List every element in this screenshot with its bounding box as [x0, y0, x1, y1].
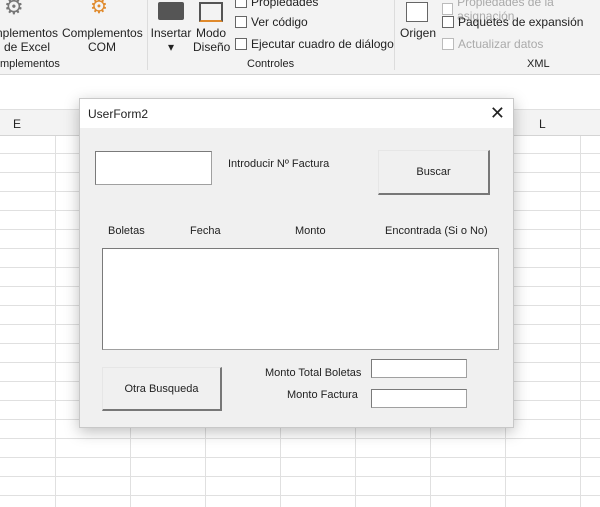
toolbox-icon: [158, 2, 184, 20]
ribbon: ⚙ nplementos de Excel ⚙ Complementos COM…: [0, 0, 600, 75]
gear-icon: ⚙: [4, 0, 24, 19]
monto-factura-input[interactable]: [371, 389, 467, 408]
expansion-packs-icon: [442, 16, 454, 28]
ejecutar-dialogo-button[interactable]: Ejecutar cuadro de diálogo: [235, 37, 394, 51]
paquetes-expansion-button[interactable]: Paquetes de expansión: [442, 15, 583, 29]
propiedades-button[interactable]: Propiedades: [235, 0, 318, 9]
design-mode-icon: [199, 2, 223, 22]
xml-source-icon: [406, 2, 428, 22]
refresh-data-icon: [442, 38, 454, 50]
header-monto: Monto: [295, 225, 326, 237]
factura-input[interactable]: [95, 151, 212, 185]
run-dialog-icon: [235, 38, 247, 50]
ver-codigo-button[interactable]: Ver código: [235, 15, 308, 29]
otra-busqueda-button[interactable]: Otra Busqueda: [102, 367, 222, 411]
dialog-title-bar: UserForm2 ✕: [80, 99, 513, 128]
group-complementos-label: mplementos: [0, 58, 60, 70]
actualizar-datos-button[interactable]: Actualizar datos: [442, 37, 543, 51]
group-controles-label: Controles: [247, 58, 295, 70]
column-header-e[interactable]: E: [13, 117, 21, 131]
results-listbox[interactable]: [102, 248, 499, 350]
header-encontrada: Encontrada (Si o No): [385, 225, 488, 237]
header-fecha: Fecha: [190, 225, 221, 237]
origen-button[interactable]: Origen: [398, 2, 438, 40]
modo-diseno-button[interactable]: Modo Diseño: [193, 2, 230, 54]
userform-dialog: UserForm2 ✕ Introducir Nº Factura Buscar…: [79, 98, 514, 428]
close-icon[interactable]: ✕: [490, 103, 505, 124]
buscar-button[interactable]: Buscar: [378, 150, 490, 195]
group-xml-label: XML: [527, 58, 550, 70]
map-properties-icon: [442, 3, 454, 15]
complementos-com-button[interactable]: ⚙ Complementos COM: [62, 0, 143, 54]
com-addin-icon: ⚙: [90, 0, 108, 18]
header-boletas: Boletas: [108, 225, 145, 237]
monto-total-label: Monto Total Boletas: [265, 367, 362, 379]
view-code-icon: [235, 16, 247, 28]
properties-icon: [235, 0, 247, 8]
factura-label: Introducir Nº Factura: [228, 158, 330, 170]
dialog-title: UserForm2: [88, 107, 149, 121]
monto-total-input[interactable]: [371, 359, 467, 378]
column-header-l[interactable]: L: [539, 117, 546, 131]
insertar-button[interactable]: Insertar ▾: [150, 2, 192, 54]
monto-factura-label: Monto Factura: [287, 389, 358, 401]
dropdown-arrow-icon: ▾: [167, 40, 175, 54]
complementos-excel-button[interactable]: ⚙ nplementos de Excel: [0, 0, 58, 54]
